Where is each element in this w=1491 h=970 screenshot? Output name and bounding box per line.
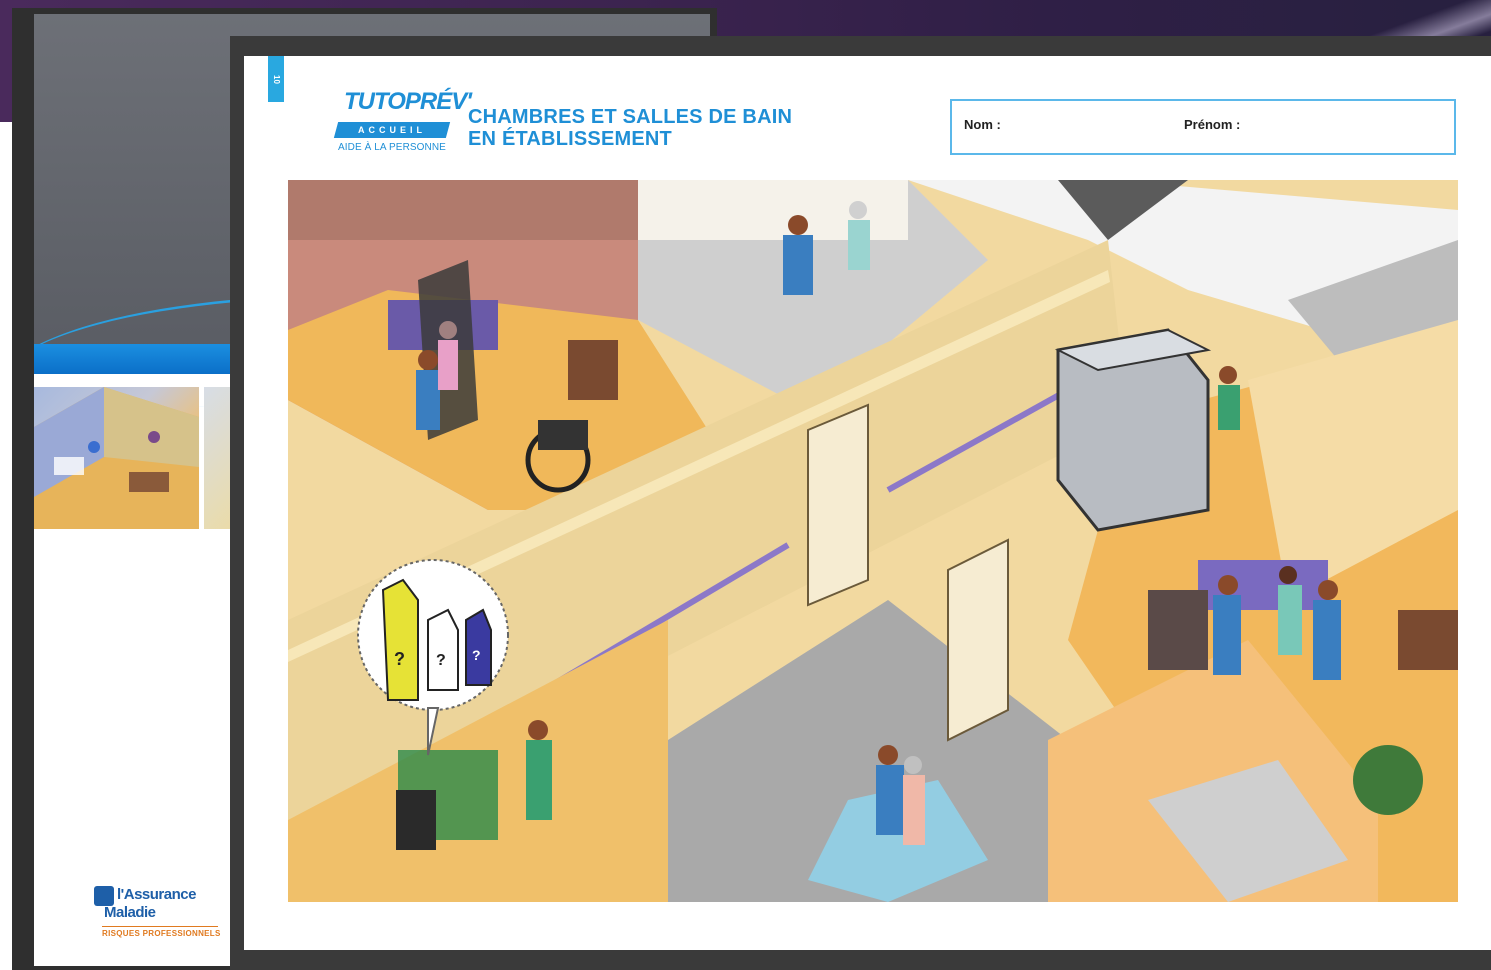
worksheet-page: 10 TUTOPRÉV' ACCUEIL AIDE À LA PERSONNE …	[244, 56, 1491, 950]
logo-line-1: l'Assurance	[117, 886, 196, 903]
cover-thumbnail-1	[34, 387, 199, 529]
page-number: 10	[271, 74, 281, 84]
svg-text:?: ?	[472, 647, 481, 663]
name-field-label: Nom :	[964, 117, 1001, 132]
question-spray-icon: ?	[427, 608, 459, 691]
assurance-maladie-logo-icon	[94, 886, 114, 906]
illustration-art: ? ? ?	[288, 180, 1458, 902]
brand-subtitle: AIDE À LA PERSONNE	[338, 142, 446, 153]
svg-text:?: ?	[394, 649, 405, 669]
brand-title: TUTOPRÉV'	[344, 88, 472, 115]
firstname-field-label: Prénom :	[1184, 117, 1241, 132]
front-document-page: 10 TUTOPRÉV' ACCUEIL AIDE À LA PERSONNE …	[230, 36, 1491, 970]
logo-tagline: RISQUES PROFESSIONNELS	[102, 929, 221, 938]
isometric-care-facility-illustration: ? ? ?	[288, 180, 1458, 902]
brand-ribbon-label: ACCUEIL	[358, 125, 426, 135]
cover-thumbnail-1-art	[34, 387, 199, 529]
logo-line-2: Maladie	[104, 904, 156, 921]
question-spray-icon: ?	[465, 608, 492, 686]
logo-divider	[102, 926, 218, 927]
sheet-title-line-1: CHAMBRES ET SALLES DE BAIN	[468, 106, 793, 128]
brand-ribbon: ACCUEIL	[333, 122, 451, 138]
sheet-title-line-2: EN ÉTABLISSEMENT	[468, 128, 672, 150]
name-form-box[interactable]: Nom : Prénom :	[950, 99, 1456, 155]
question-bottle-icon: ?	[381, 578, 419, 701]
page-number-tab: 10	[268, 56, 284, 102]
svg-text:?: ?	[436, 652, 446, 669]
